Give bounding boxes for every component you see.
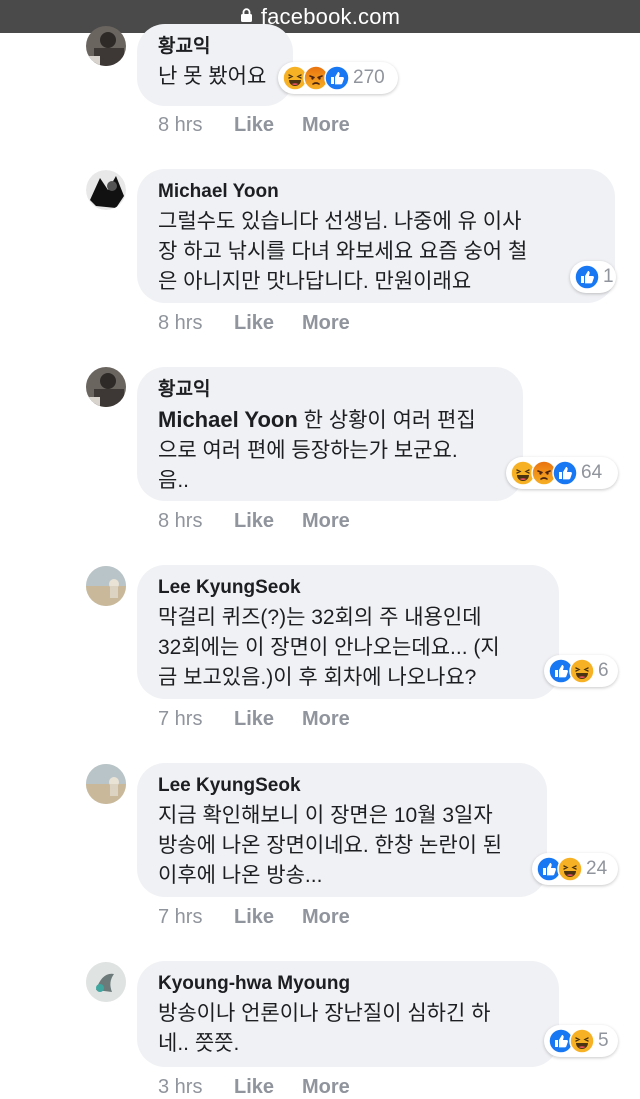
reaction-summary[interactable]: 5 [544,1025,618,1057]
like-button[interactable]: Like [234,906,302,929]
reaction-icons [548,1028,595,1054]
reaction-summary[interactable]: 64 [506,457,618,489]
comment-actions: 3 hrs Like More [158,1076,350,1099]
avatar[interactable] [86,367,126,407]
comment-actions: 7 hrs Like More [158,906,350,929]
avatar[interactable] [86,26,126,66]
angry-reaction-icon [531,460,557,486]
comment-text: 난 못 봤어요 [158,65,267,88]
like-reaction-icon [536,856,562,882]
comment-bubble: Michael Yoon 그럴수도 있습니다 선생님. 나중에 유 이사 장 하… [137,169,615,303]
comment-author[interactable]: Kyoung-hwa Myoung [158,971,539,997]
comment-time[interactable]: 3 hrs [158,1076,234,1099]
like-button[interactable]: Like [234,1076,302,1099]
avatar[interactable] [86,170,126,210]
comment-author[interactable]: 황교익 [158,377,503,403]
reaction-icons [536,856,583,882]
avatar[interactable] [86,962,126,1002]
comment-author[interactable]: Lee KyungSeok [158,773,527,799]
reaction-count: 1 [603,266,614,287]
comment-author[interactable]: Michael Yoon [158,179,595,205]
reaction-summary[interactable]: 24 [532,853,618,885]
comment-bubble: Lee KyungSeok 막걸리 퀴즈(?)는 32회의 주 내용인데 32회… [137,565,559,699]
like-button[interactable]: Like [234,510,302,533]
comment-bubble: Lee KyungSeok 지금 확인해보니 이 장면은 10월 3일자 방송에… [137,763,547,897]
like-button[interactable]: Like [234,114,302,137]
more-button[interactable]: More [302,114,350,137]
reaction-icons [574,264,600,290]
url-text: facebook.com [260,3,401,29]
haha-reaction-icon [282,65,308,91]
comment-bubble: 황교익 난 못 봤어요 [137,24,293,106]
lock-icon [240,7,252,22]
more-button[interactable]: More [302,906,350,929]
haha-reaction-icon [510,460,536,486]
like-reaction-icon [548,1028,574,1054]
comment-actions: 8 hrs Like More [158,312,350,335]
like-button[interactable]: Like [234,312,302,335]
reaction-icons [510,460,578,486]
reaction-icons [548,658,595,684]
comment-actions: 8 hrs Like More [158,114,350,137]
comment-text: 지금 확인해보니 이 장면은 10월 3일자 방송에 나온 장면이네요. 한창 … [158,804,503,887]
haha-reaction-icon [569,1028,595,1054]
comment-time[interactable]: 8 hrs [158,510,234,533]
like-reaction-icon [324,65,350,91]
angry-reaction-icon [303,65,329,91]
more-button[interactable]: More [302,312,350,335]
comment-text: 그럴수도 있습니다 선생님. 나중에 유 이사 장 하고 낚시를 다녀 와보세요… [158,210,528,293]
reaction-summary[interactable]: 6 [544,655,618,687]
avatar[interactable] [86,764,126,804]
comment-author[interactable]: 황교익 [158,34,273,60]
comment-time[interactable]: 8 hrs [158,114,234,137]
comment-bubble: 황교익 Michael Yoon 한 상황이 여러 편집 으로 여러 편에 등장… [137,367,523,501]
reaction-count: 5 [598,1030,609,1051]
comment-actions: 7 hrs Like More [158,708,350,731]
comment-actions: 8 hrs Like More [158,510,350,533]
avatar[interactable] [86,566,126,606]
comment-time[interactable]: 8 hrs [158,312,234,335]
comment-time[interactable]: 7 hrs [158,708,234,731]
comment-text: 방송이나 언론이나 장난질이 심하긴 하 네.. 쯧쯧. [158,1002,491,1055]
like-reaction-icon [574,264,600,290]
reaction-summary[interactable]: 270 [278,62,398,94]
more-button[interactable]: More [302,1076,350,1099]
like-reaction-icon [548,658,574,684]
haha-reaction-icon [569,658,595,684]
more-button[interactable]: More [302,708,350,731]
like-reaction-icon [552,460,578,486]
comment-text: 막걸리 퀴즈(?)는 32회의 주 내용인데 32회에는 이 장면이 안나오는데… [158,606,500,689]
comment-text: Michael Yoon 한 상황이 여러 편집 으로 여러 편에 등장하는가 … [158,405,503,496]
more-button[interactable]: More [302,510,350,533]
reaction-count: 64 [581,462,603,483]
reaction-summary[interactable]: 1 [570,261,616,293]
comment-time[interactable]: 7 hrs [158,906,234,929]
like-button[interactable]: Like [234,708,302,731]
haha-reaction-icon [557,856,583,882]
comment-author[interactable]: Lee KyungSeok [158,575,539,601]
comment-bubble: Kyoung-hwa Myoung 방송이나 언론이나 장난질이 심하긴 하 네… [137,961,559,1067]
reaction-icons [282,65,350,91]
reaction-count: 270 [353,67,385,88]
mention-link[interactable]: Michael Yoon [158,407,298,432]
reaction-count: 6 [598,660,609,681]
reaction-count: 24 [586,858,608,879]
